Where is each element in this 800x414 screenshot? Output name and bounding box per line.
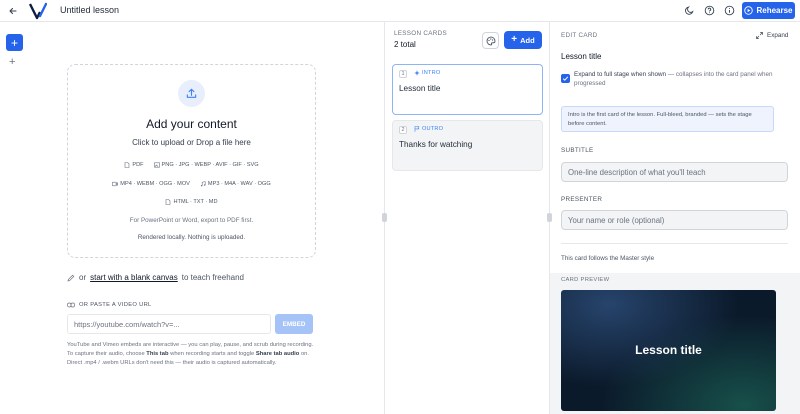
back-arrow-icon[interactable] [7,5,19,17]
upload-dropzone[interactable]: Add your content Click to upload or Drop… [67,64,316,258]
local-note: Rendered locally. Nothing is uploaded. [137,234,246,241]
upload-title: Add your content [146,117,237,131]
edit-card-title: Lesson title [561,52,602,61]
plus-icon: + [511,34,518,45]
add-slide-button[interactable]: + [6,34,23,51]
section-divider [561,243,788,244]
rehearse-label: Rehearse [756,6,793,15]
card-info-callout: Intro is the first card of the lesson. F… [561,106,774,132]
embed-button[interactable]: EMBED [275,314,313,334]
edit-card-label: EDIT CARD [561,32,598,39]
lesson-card-outro[interactable]: 2 OUTRO Thanks for watching [392,120,543,171]
upload-icon [178,80,205,107]
format-images: PNG · JPG · WEBP · AVIF · GIF · SVG [153,162,259,168]
audio-icon [200,181,206,187]
format-row-3: HTML · TXT · MD [68,199,315,205]
presenter-label: PRESENTER [561,196,603,203]
format-pdf: PDF [124,162,144,168]
palette-icon [486,36,496,46]
card-number: 2 [399,126,407,134]
export-note: For PowerPoint or Word, export to PDF fi… [129,217,254,224]
resize-handle[interactable] [382,213,387,222]
plus-icon: + [9,56,16,68]
logo-v-icon[interactable] [29,2,47,20]
video-icon [112,181,119,187]
blank-canvas-link[interactable]: start with a blank canvas [90,273,178,282]
video-url-label: OR PASTE A VIDEO URL [67,302,152,308]
link-icon [67,302,75,308]
play-icon [744,6,754,15]
card-title: Lesson title [399,84,441,93]
sparkle-icon [414,70,420,76]
info-icon[interactable] [724,5,735,16]
format-video: MP4 · WEBM · OGG · MOV [112,181,190,187]
file-icon [124,162,130,168]
upload-subtitle: Click to upload or Drop a file here [132,138,251,147]
video-help-text: YouTube and Vimeo embeds are interactive… [67,342,314,366]
plus-icon: + [10,35,18,50]
lesson-title[interactable]: Untitled lesson [60,5,119,15]
format-row-2: MP4 · WEBM · OGG · MOV MP3 · M4A · WAV ·… [68,181,315,187]
video-url-input[interactable]: https://youtube.com/watch?v=... [67,314,271,334]
lesson-card-intro[interactable]: 1 INTRO Lesson title [392,64,543,115]
style-button[interactable] [482,32,499,49]
flag-icon [414,126,420,132]
card-preview: Lesson title [561,290,776,411]
add-card-button[interactable]: + Add [504,31,542,49]
code-icon [165,199,171,205]
card-tag: INTRO [414,70,440,76]
presenter-input[interactable]: Your name or role (optional) [561,210,788,230]
resize-handle[interactable] [547,213,552,222]
card-title: Thanks for watching [399,140,473,149]
add-secondary-button[interactable]: + [9,56,15,68]
format-row-1: PDF PNG · JPG · WEBP · AVIF · GIF · SVG [68,162,315,168]
expand-stage-label: Expand to full stage when shown — collap… [574,71,773,88]
card-number: 1 [399,70,407,78]
subtitle-input[interactable]: One-line description of what you'll teac… [561,162,788,182]
rehearse-button[interactable]: Rehearse [742,2,795,19]
top-bar: Untitled lesson Rehearse [0,0,800,22]
card-preview-label: CARD PREVIEW [561,277,610,283]
pencil-icon [67,274,75,282]
expand-stage-checkbox[interactable] [561,74,570,83]
expand-icon [756,32,763,39]
format-audio: MP3 · M4A · WAV · OGG [200,181,271,187]
subtitle-label: SUBTITLE [561,147,594,154]
image-icon [153,162,160,168]
master-style-note: This card follows the Master style [561,255,655,262]
help-icon[interactable] [704,5,715,16]
card-tag: OUTRO [414,126,443,132]
blank-canvas-row: or start with a blank canvas to teach fr… [67,273,244,282]
expand-button[interactable]: Expand [756,32,788,39]
card-preview-title: Lesson title [635,343,702,357]
lesson-cards-total: 2 total [394,40,416,49]
format-text: HTML · TXT · MD [165,199,218,205]
lesson-cards-label: LESSON CARDS [394,30,447,37]
check-icon [562,75,569,82]
moon-icon[interactable] [684,5,695,16]
